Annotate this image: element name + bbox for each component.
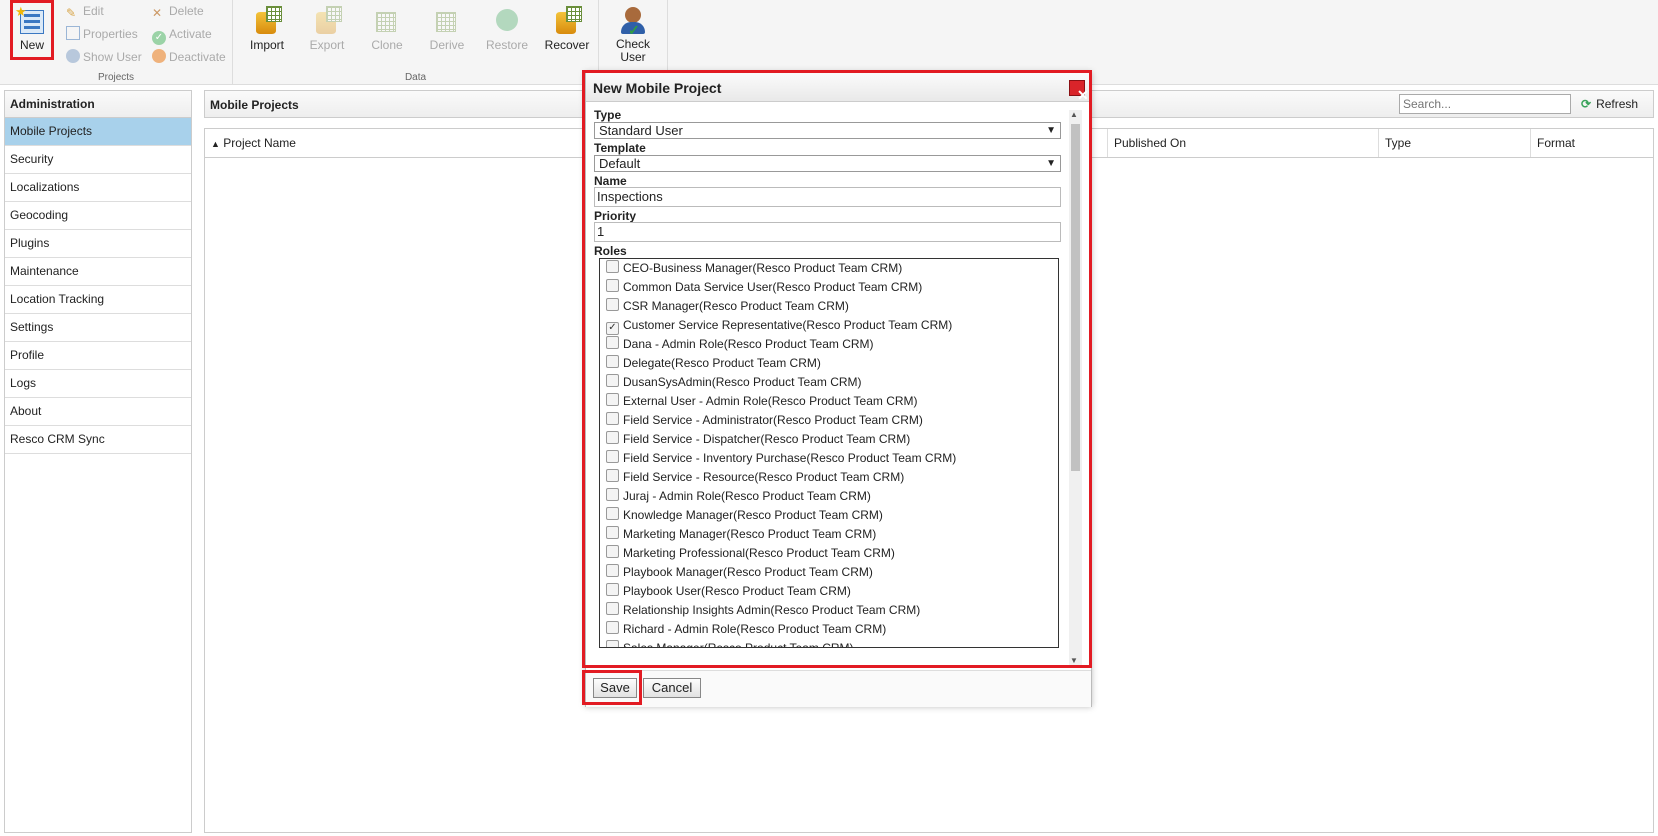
cancel-button[interactable]: Cancel — [643, 678, 701, 698]
sidebar-item-location-tracking[interactable]: Location Tracking — [5, 286, 191, 314]
sidebar-item-logs[interactable]: Logs — [5, 370, 191, 398]
refresh-icon: ⟳ — [1581, 97, 1592, 111]
properties-button[interactable]: Properties — [66, 24, 138, 44]
projects-group-label: Projects — [97, 72, 135, 83]
activate-button[interactable]: ✓ Activate — [152, 24, 212, 45]
check-user-icon: ✓ — [618, 6, 648, 37]
derive-icon — [432, 6, 462, 36]
search-input[interactable] — [1399, 94, 1571, 114]
clone-icon — [372, 6, 402, 36]
highlight-dialog-form — [582, 70, 1092, 668]
sidebar-item-about[interactable]: About — [5, 398, 191, 426]
highlight-new-button — [10, 0, 54, 60]
sidebar-item-geocoding[interactable]: Geocoding — [5, 202, 191, 230]
derive-button[interactable]: Derive — [422, 4, 472, 52]
column-type[interactable]: Type — [1379, 129, 1531, 157]
recover-button[interactable]: Recover — [542, 4, 592, 52]
export-icon — [312, 6, 342, 36]
highlight-save-button — [582, 670, 642, 705]
close-icon: ✕ — [152, 6, 163, 20]
edit-button[interactable]: ✎ Edit — [66, 1, 104, 21]
user-icon — [66, 49, 80, 63]
restore-clock-icon — [492, 6, 522, 36]
data-group: Import Export Clone Derive Restore Recov… — [233, 0, 599, 84]
show-user-button[interactable]: Show User — [66, 47, 142, 67]
recover-icon — [552, 6, 582, 36]
sidebar-item-security[interactable]: Security — [5, 146, 191, 174]
clone-button[interactable]: Clone — [362, 4, 412, 52]
admin-sidebar: Administration Mobile Projects Security … — [4, 90, 192, 833]
deactivate-button[interactable]: Deactivate — [152, 47, 226, 67]
column-published-on[interactable]: Published On — [1107, 129, 1379, 157]
sidebar-header: Administration — [5, 91, 191, 118]
import-icon — [252, 6, 282, 36]
check-circle-icon: ✓ — [152, 31, 166, 45]
data-group-label: Data — [404, 72, 427, 83]
restore-button[interactable]: Restore — [482, 4, 532, 52]
pencil-icon: ✎ — [66, 6, 77, 20]
sidebar-item-mobile-projects[interactable]: Mobile Projects — [5, 118, 191, 146]
sort-ascending-icon: ▲ — [211, 139, 220, 149]
sidebar-item-settings[interactable]: Settings — [5, 314, 191, 342]
delete-button[interactable]: ✕ Delete — [152, 1, 204, 21]
refresh-button[interactable]: ⟳ Refresh — [1581, 97, 1638, 111]
properties-icon — [66, 26, 80, 40]
import-button[interactable]: Import — [242, 4, 292, 52]
page-title: Mobile Projects — [210, 98, 299, 112]
dialog-footer: Save Cancel — [586, 670, 1091, 707]
check-user-button[interactable]: ✓ Check User — [608, 4, 658, 64]
sidebar-item-localizations[interactable]: Localizations — [5, 174, 191, 202]
sidebar-item-profile[interactable]: Profile — [5, 342, 191, 370]
column-format[interactable]: Format — [1531, 129, 1653, 157]
sidebar-item-plugins[interactable]: Plugins — [5, 230, 191, 258]
deactivate-icon — [152, 49, 166, 63]
column-project-name[interactable]: ▲ Project Name — [205, 129, 605, 157]
sidebar-item-resco-crm-sync[interactable]: Resco CRM Sync — [5, 426, 191, 454]
sidebar-item-maintenance[interactable]: Maintenance — [5, 258, 191, 286]
export-button[interactable]: Export — [302, 4, 352, 52]
